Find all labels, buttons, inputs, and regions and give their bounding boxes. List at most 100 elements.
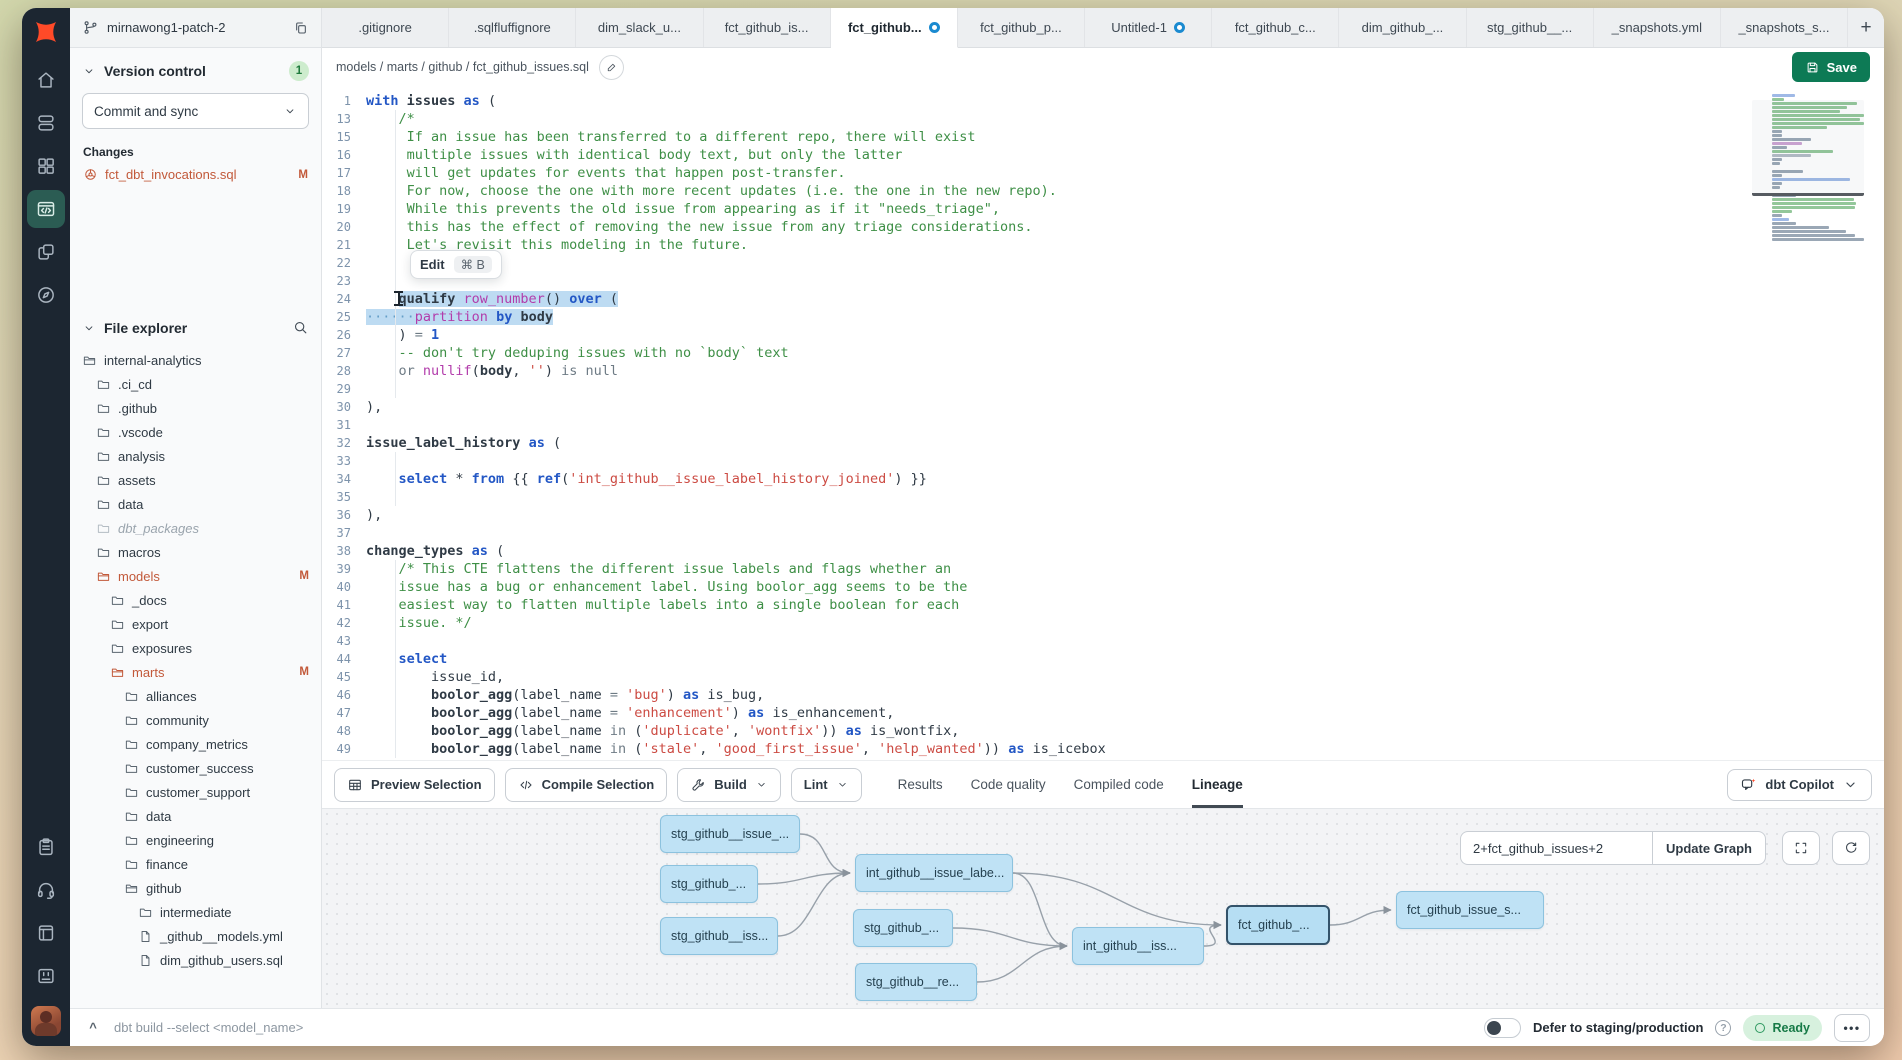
code-line-37[interactable]: 37 [322, 524, 1884, 542]
rail-item-notes[interactable] [27, 828, 65, 866]
code-editor[interactable]: 1with issues as (13/*15If an issue has b… [322, 86, 1884, 760]
tab-dim_slack_u...[interactable]: dim_slack_u... [576, 8, 703, 47]
tree-item-data[interactable]: data [70, 804, 321, 828]
tree-item-.ci_cd[interactable]: .ci_cd [70, 372, 321, 396]
code-line-47[interactable]: 47boolor_agg(label_name = 'enhancement')… [322, 704, 1884, 722]
tree-item-alliances[interactable]: alliances [70, 684, 321, 708]
tab-dim_github_...[interactable]: dim_github_... [1339, 8, 1466, 47]
dbt-copilot-button[interactable]: dbt Copilot [1727, 769, 1872, 801]
edit-path-icon[interactable] [599, 55, 624, 80]
build-button[interactable]: Build [677, 768, 781, 802]
code-line-1[interactable]: 1with issues as ( [322, 92, 1884, 110]
lineage-node-int_github__issue_labe[interactable]: int_github__issue_labe... [855, 854, 1013, 892]
lint-button[interactable]: Lint [791, 768, 862, 802]
tab-_snapshots.yml[interactable]: _snapshots.yml [1594, 8, 1721, 47]
panel-tab-results[interactable]: Results [898, 761, 943, 808]
fullscreen-button[interactable] [1782, 831, 1820, 865]
code-line-36[interactable]: 36), [322, 506, 1884, 524]
update-graph-button[interactable]: Update Graph [1652, 831, 1766, 865]
tab-fct_github_p...[interactable]: fct_github_p... [958, 8, 1085, 47]
tree-item-export[interactable]: export [70, 612, 321, 636]
code-line-41[interactable]: 41easiest way to flatten multiple labels… [322, 596, 1884, 614]
tab-fct_github_is...[interactable]: fct_github_is... [704, 8, 831, 47]
tree-item-company_metrics[interactable]: company_metrics [70, 732, 321, 756]
code-line-16[interactable]: 16multiple issues with identical body te… [322, 146, 1884, 164]
tree-item-dbt_packages[interactable]: dbt_packages [70, 516, 321, 540]
code-line-35[interactable]: 35 [322, 488, 1884, 506]
rail-item-support[interactable] [27, 871, 65, 909]
tree-item-_docs[interactable]: _docs [70, 588, 321, 612]
tree-item-assets[interactable]: assets [70, 468, 321, 492]
search-icon[interactable] [292, 319, 309, 336]
lineage-node-stg_github__iss[interactable]: stg_github__iss... [660, 917, 778, 955]
rail-item-explore[interactable] [27, 276, 65, 314]
tree-item-github[interactable]: github [70, 876, 321, 900]
code-line-32[interactable]: 32issue_label_history as ( [322, 434, 1884, 452]
tree-item-marts[interactable]: martsM [70, 660, 321, 684]
lineage-node-stg_github__re[interactable]: stg_github__re... [855, 963, 977, 1001]
rail-item-develop[interactable] [27, 190, 65, 228]
tree-item-macros[interactable]: macros [70, 540, 321, 564]
tab-fct_github_c...[interactable]: fct_github_c... [1212, 8, 1339, 47]
copy-branch-icon[interactable] [293, 20, 309, 36]
panel-tab-lineage[interactable]: Lineage [1192, 761, 1243, 808]
code-line-45[interactable]: 45issue_id, [322, 668, 1884, 686]
code-line-40[interactable]: 40issue has a bug or enhancement label. … [322, 578, 1884, 596]
tab-stg_github__...[interactable]: stg_github__... [1467, 8, 1594, 47]
tree-item-engineering[interactable]: engineering [70, 828, 321, 852]
code-line-21[interactable]: 21Let's revisit this modeling in the fut… [322, 236, 1884, 254]
code-line-31[interactable]: 31 [322, 416, 1884, 434]
tree-item-.vscode[interactable]: .vscode [70, 420, 321, 444]
tree-item-.github[interactable]: .github [70, 396, 321, 420]
tab-fct_github...[interactable]: fct_github... [831, 8, 958, 48]
version-control-header[interactable]: Version control 1 [70, 48, 321, 91]
code-line-34[interactable]: 34select * from {{ ref('int_github__issu… [322, 470, 1884, 488]
overflow-menu-button[interactable]: ••• [1834, 1014, 1870, 1042]
lineage-node-int_github__iss[interactable]: int_github__iss... [1072, 927, 1204, 965]
lineage-node-stg_github__issue_[interactable]: stg_github__issue_... [660, 815, 800, 853]
save-button[interactable]: Save [1792, 52, 1870, 82]
rail-item-environments[interactable] [27, 104, 65, 142]
help-icon[interactable]: ? [1715, 1020, 1731, 1036]
code-line-48[interactable]: 48boolor_agg(label_name in ('duplicate',… [322, 722, 1884, 740]
compile-selection-button[interactable]: Compile Selection [505, 768, 668, 802]
command-input[interactable] [114, 1020, 1472, 1035]
code-line-25[interactable]: 25······partition by body [322, 308, 1884, 326]
code-line-13[interactable]: 13/* [322, 110, 1884, 128]
code-line-24[interactable]: 24qualify row_number() over ( [322, 290, 1884, 308]
tree-item-_github__models.yml[interactable]: _github__models.yml [70, 924, 321, 948]
tree-item-models[interactable]: modelsM [70, 564, 321, 588]
rail-item-orchestration[interactable] [27, 233, 65, 271]
rail-item-dashboard[interactable] [27, 147, 65, 185]
code-line-23[interactable]: 23 [322, 272, 1884, 290]
file-explorer-header[interactable]: File explorer [70, 306, 321, 346]
code-line-39[interactable]: 39/* This CTE flattens the different iss… [322, 560, 1884, 578]
tree-item-internal-analytics[interactable]: internal-analytics [70, 348, 321, 372]
preview-selection-button[interactable]: Preview Selection [334, 768, 495, 802]
panel-tab-compiled-code[interactable]: Compiled code [1074, 761, 1164, 808]
code-line-17[interactable]: 17will get updates for events that happe… [322, 164, 1884, 182]
changed-file-item[interactable]: fct_dbt_invocations.sql M [70, 163, 321, 186]
code-line-22[interactable]: 22 [322, 254, 1884, 272]
rail-item-shortcuts[interactable] [27, 957, 65, 995]
tree-item-intermediate[interactable]: intermediate [70, 900, 321, 924]
defer-toggle[interactable] [1484, 1018, 1521, 1038]
tree-item-finance[interactable]: finance [70, 852, 321, 876]
edit-tooltip[interactable]: Edit ⌘ B [410, 250, 502, 279]
lineage-node-stg_github_[interactable]: stg_github_... [660, 865, 758, 903]
tree-item-community[interactable]: community [70, 708, 321, 732]
code-line-49[interactable]: 49boolor_agg(label_name in ('stale', 'go… [322, 740, 1884, 758]
code-line-42[interactable]: 42issue. */ [322, 614, 1884, 632]
lineage-node-stg_github_[interactable]: stg_github_... [853, 909, 953, 947]
tab-.sqlfluffignore[interactable]: .sqlfluffignore [449, 8, 576, 47]
tab-.gitignore[interactable]: .gitignore [322, 8, 449, 47]
code-line-15[interactable]: 15If an issue has been transferred to a … [322, 128, 1884, 146]
code-line-29[interactable]: 29 [322, 380, 1884, 398]
tree-item-data[interactable]: data [70, 492, 321, 516]
minimap[interactable] [1772, 94, 1868, 242]
code-line-27[interactable]: 27-- don't try deduping issues with no `… [322, 344, 1884, 362]
user-avatar[interactable] [31, 1006, 61, 1036]
collapse-panel-caret[interactable]: ^ [84, 1020, 102, 1035]
lineage-node-fct_github_[interactable]: fct_github_... [1226, 905, 1330, 945]
code-line-18[interactable]: 18For now, choose the one with more rece… [322, 182, 1884, 200]
